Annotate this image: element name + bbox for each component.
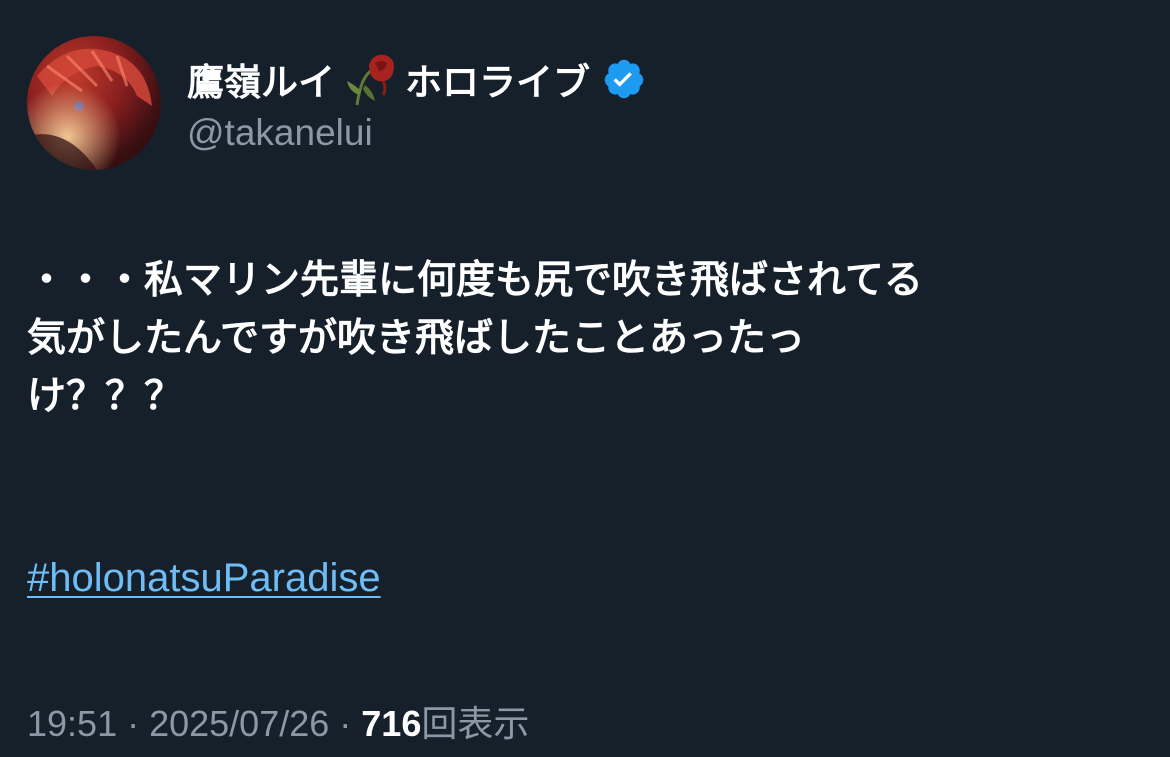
tweet-meta: 19:51 · 2025/07/26 · 716回表示 xyxy=(27,695,529,747)
meta-separator: · xyxy=(117,703,150,744)
tweet-text: ・・・私マリン先輩に何度も尻で吹き飛ばされてる 気がしたんですが吹き飛ばしたこと… xyxy=(27,252,1147,426)
views-count[interactable]: 716 xyxy=(361,703,421,744)
avatar[interactable] xyxy=(27,36,161,170)
display-name[interactable]: 鷹嶺ルイ xyxy=(187,52,335,106)
wilted-rose-icon xyxy=(339,51,401,107)
tweet-text-line: 気がしたんですが吹き飛ばしたことあったっ xyxy=(27,316,806,361)
hashtag-link[interactable]: #holonatsuParadise xyxy=(27,556,381,601)
verified-badge-icon[interactable] xyxy=(602,57,646,101)
author-names: 鷹嶺ルイ ホロライブ @takanelui xyxy=(187,36,646,154)
tweet: 鷹嶺ルイ ホロライブ @takanelui ・・・私マリン先輩に何度も尻で吹き飛… xyxy=(0,0,1170,757)
author-handle[interactable]: @takanelui xyxy=(187,112,646,154)
tweet-time[interactable]: 19:51 xyxy=(27,703,117,744)
avatar-image xyxy=(27,36,161,170)
display-name-row[interactable]: 鷹嶺ルイ ホロライブ xyxy=(187,46,646,112)
meta-separator: · xyxy=(329,703,362,744)
tweet-date[interactable]: 2025/07/26 xyxy=(149,703,329,744)
tweet-text-line: ・・・私マリン先輩に何度も尻で吹き飛ばされてる xyxy=(27,258,923,303)
views-label: 回表示 xyxy=(421,704,530,745)
tweet-text-line: け？？？ xyxy=(27,374,184,419)
tweet-header: 鷹嶺ルイ ホロライブ @takanelui xyxy=(27,36,646,172)
display-name-suffix[interactable]: ホロライブ xyxy=(405,52,590,106)
